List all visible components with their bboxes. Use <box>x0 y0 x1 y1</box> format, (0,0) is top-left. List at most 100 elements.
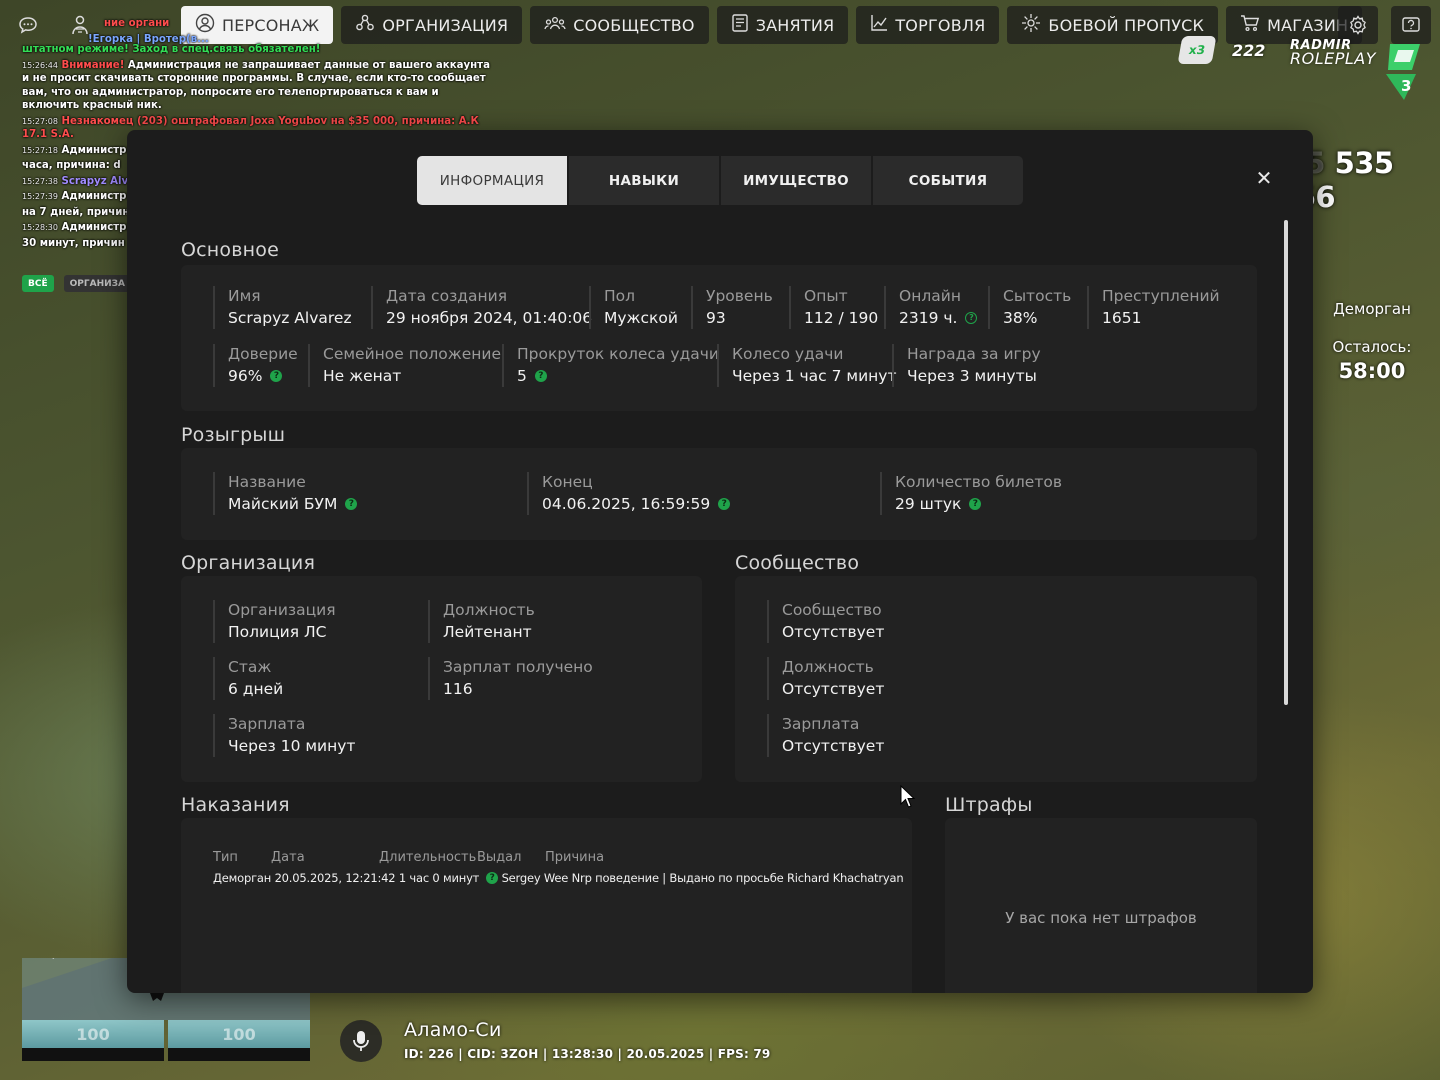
field-game-reward: Награда за игру Через 3 минуты <box>892 344 1041 387</box>
field-value: 38% <box>1003 309 1038 327</box>
info-icon[interactable]: ? <box>969 498 982 510</box>
chat-timestamp: 15:28:30 <box>22 223 58 232</box>
field-value: Отсутствует <box>782 680 885 698</box>
field-wheel-spins: Прокруток колеса удачи 5? <box>502 344 719 387</box>
nav-jobs[interactable]: ЗАНЯТИЯ <box>716 6 849 44</box>
field-value-wrap: Майский БУМ? <box>228 492 358 516</box>
chat-timestamp: 15:27:18 <box>22 145 58 155</box>
field-value: Мужской <box>604 309 678 327</box>
nav-trade-label: ТОРГОВЛЯ <box>895 15 986 35</box>
field-org-paychecks: Зарплат получено 116 <box>428 657 593 700</box>
chat-timestamp: 15:27:39 <box>22 192 58 201</box>
field-value: Майский БУМ <box>228 495 338 513</box>
cell-reason: Nrp поведение | Выдано по просьбе Richar… <box>571 871 904 885</box>
microphone-icon[interactable] <box>340 1020 382 1062</box>
cell-date: 20.05.2025, 12:21:42 <box>274 871 396 885</box>
scrollbar[interactable] <box>1284 220 1288 705</box>
field-label: Зарплата <box>782 715 860 733</box>
field-name: Имя Scrapyz Alvarez <box>213 286 352 329</box>
field-org-tenure: Стаж 6 дней <box>213 657 283 700</box>
field-value: 112 / 190 <box>804 309 879 327</box>
field-value-wrap: 5? <box>517 364 719 388</box>
field-label: Колесо удачи <box>732 345 844 363</box>
field-value: 1651 <box>1102 309 1142 327</box>
points-badge: 222 <box>1232 40 1266 60</box>
field-value: 96% <box>228 367 263 385</box>
col-date: Дата <box>271 850 305 865</box>
chat-tab-organization[interactable]: ОРГАНИЗА <box>63 275 131 292</box>
field-org-salary: Зарплата Через 10 минут <box>213 714 355 757</box>
character-modal: ИНФОРМАЦИЯ НАВЫКИ ИМУЩЕСТВО СОБЫТИЯ ✕ Ос… <box>127 130 1313 993</box>
field-label: Пол <box>604 287 636 305</box>
field-community-name: Сообщество Отсутствует <box>767 600 884 643</box>
chat-line: ние органи <box>104 17 497 31</box>
battlepass-icon <box>1021 13 1041 37</box>
field-gender: Пол Мужской <box>589 286 678 329</box>
nav-trade[interactable]: ТОРГОВЛЯ <box>856 6 1000 44</box>
logo-line2: ROLEPLAY <box>1290 49 1377 68</box>
location-name: Аламо-Си <box>404 1019 502 1041</box>
community-icon <box>544 14 566 36</box>
tab-events[interactable]: СОБЫТИЯ <box>873 156 1023 205</box>
tab-property[interactable]: ИМУЩЕСТВО <box>721 156 871 205</box>
chat-tabs: ВСЁ ОРГАНИЗА <box>22 275 131 292</box>
col-type: Тип <box>213 850 238 865</box>
field-value-wrap: 2319 ч.? <box>899 306 978 330</box>
field-label: Конец <box>542 473 593 491</box>
info-icon[interactable]: ? <box>718 498 731 510</box>
nav-jobs-label: ЗАНЯТИЯ <box>755 15 835 35</box>
chat-text: штатном режиме! Заход в спец.связь обяза… <box>22 44 321 55</box>
help-icon[interactable] <box>1391 6 1431 44</box>
field-label: Организация <box>228 601 336 619</box>
tab-information[interactable]: ИНФОРМАЦИЯ <box>417 156 567 205</box>
field-value: Через 10 минут <box>228 737 356 755</box>
health-bar: 100 <box>22 1020 164 1048</box>
field-satiety: Сытость 38% <box>988 286 1071 329</box>
field-raffle-end: Конец 04.06.2025, 16:59:59? <box>527 472 731 516</box>
chat-prefix: Внимание! <box>61 59 125 71</box>
field-value-wrap: 04.06.2025, 16:59:59? <box>542 492 731 516</box>
field-trust: Доверие 96%? <box>213 344 298 387</box>
field-label: Преступлений <box>1102 287 1220 305</box>
hud-bonuses: x3 222 <box>1177 36 1266 64</box>
info-icon[interactable]: ? <box>345 498 358 510</box>
field-value: Отсутствует <box>782 737 885 755</box>
chat-text: Администра <box>61 191 134 202</box>
field-label: Награда за игру <box>907 345 1041 363</box>
field-value: 93 <box>706 309 726 327</box>
close-button[interactable]: ✕ <box>1253 166 1275 190</box>
tab-skills[interactable]: НАВЫКИ <box>569 156 719 205</box>
demorgan-timer: Деморган Осталось: 58:00 <box>1310 300 1434 383</box>
field-org-name: Организация Полиция ЛС <box>213 600 336 643</box>
remaining-time: 58:00 <box>1338 359 1406 383</box>
info-icon[interactable]: ? <box>486 872 499 884</box>
field-label: Прокруток колеса удачи <box>517 345 720 363</box>
armor-bar: 100 <box>168 1020 310 1048</box>
field-label: Должность <box>443 601 535 619</box>
field-value: Scrapyz Alvarez <box>228 309 352 327</box>
section-title-organization: Организация <box>181 552 316 574</box>
chat-text: 30 минут, причин <box>22 237 125 249</box>
nav-shop-label: МАГАЗИН <box>1267 15 1349 35</box>
field-label: Зарплат получено <box>443 658 593 676</box>
chat-text: Scrapyz Alv <box>61 175 129 187</box>
chat-timestamp: 15:27:08 <box>22 116 58 126</box>
field-org-position: Должность Лейтенант <box>428 600 535 643</box>
cart-icon <box>1240 14 1260 36</box>
field-created: Дата создания 29 ноября 2024, 01:40:06 <box>371 286 592 329</box>
field-value: Отсутствует <box>782 623 885 641</box>
field-value: Через 1 час 7 минут <box>732 367 897 385</box>
chat-timestamp: 15:27:38 <box>22 176 58 186</box>
table-row: Деморган 20.05.2025, 12:21:42 1 час 0 ми… <box>213 871 904 885</box>
info-icon[interactable]: ? <box>270 370 283 382</box>
col-reason: Причина <box>545 850 605 865</box>
close-icon: ✕ <box>1255 166 1273 190</box>
info-icon[interactable]: ? <box>965 312 978 324</box>
field-label: Стаж <box>228 658 272 676</box>
info-icon[interactable]: ? <box>534 370 547 382</box>
nav-community[interactable]: СООБЩЕСТВО <box>530 6 709 44</box>
chat-tab-all[interactable]: ВСЁ <box>22 275 54 292</box>
field-label: Имя <box>228 287 261 305</box>
chart-icon <box>870 14 888 36</box>
fines-empty-message: У вас пока нет штрафов <box>1005 909 1197 927</box>
